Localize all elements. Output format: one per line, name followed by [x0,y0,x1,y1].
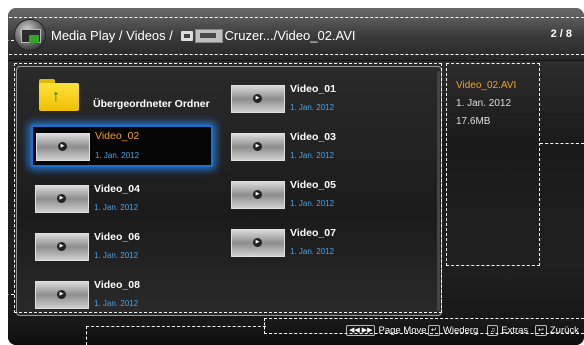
annotation-info-leader [540,143,584,144]
annotation-footer-leader [86,326,266,327]
annotation-header-outline [4,17,584,55]
annotation-footer-leader-vertical [86,326,87,345]
annotation-info-outline [446,63,540,266]
annotation-footer-outline [264,318,584,334]
annotation-grid-leader [0,294,14,295]
annotation-header-leader [0,40,14,41]
annotation-grid-outline [14,63,442,313]
